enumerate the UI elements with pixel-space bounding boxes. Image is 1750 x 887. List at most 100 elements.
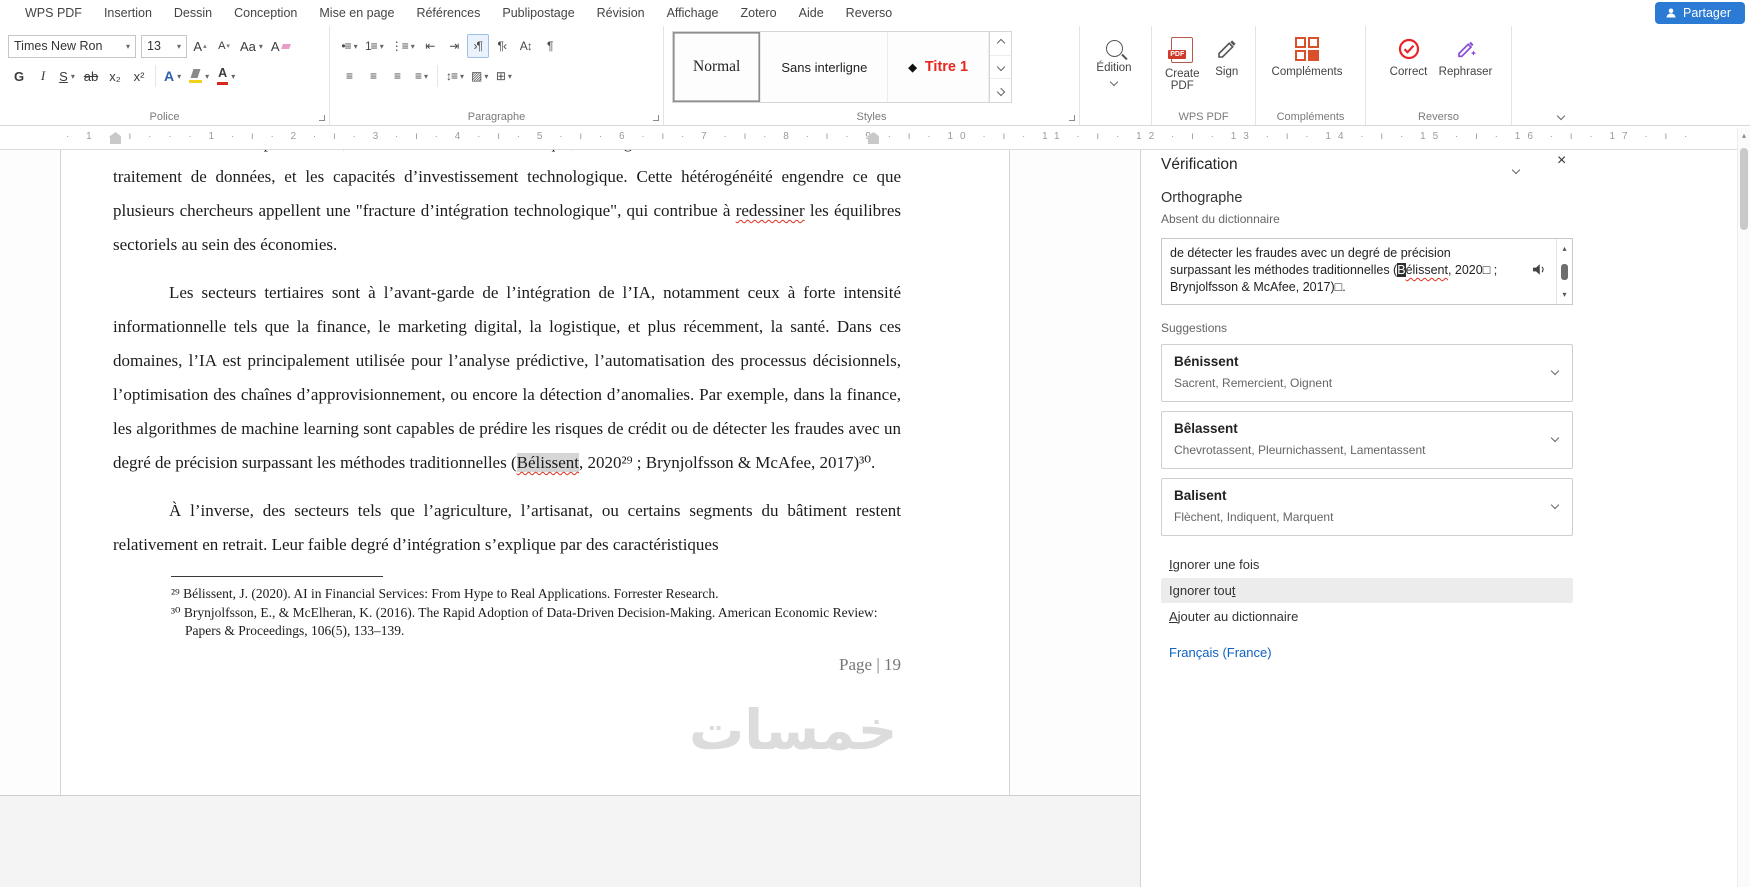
paragraph-2[interactable]: Les secteurs tertiaires sont à l’avant-g… [113,276,901,480]
bullet-list-button[interactable]: •≡ ▾ [338,34,360,58]
context-box[interactable]: de détecter les fraudes avec un degré de… [1161,238,1573,305]
grow-font-button[interactable]: A ▴ [189,34,211,58]
tab-mise-en-page[interactable]: Mise en page [308,6,405,20]
language-selector[interactable]: Français (France) [1161,645,1573,660]
show-formatting-marks-button[interactable]: ¶ [539,34,561,58]
tab-conception[interactable]: Conception [223,6,308,20]
panel-close-button[interactable]: × [1557,152,1566,170]
correct-button[interactable]: Correct [1383,31,1435,109]
multilevel-list-button[interactable]: ⋮≡ ▾ [388,34,417,58]
suggestion-benissent[interactable]: Bénissent Sacrent, Remercient, Oignent [1161,344,1573,402]
tab-dessin[interactable]: Dessin [163,6,223,20]
subscript-button[interactable]: x₂ [104,64,126,88]
misspelled-word-redessiner[interactable]: redessiner [736,201,805,220]
tab-references[interactable]: Références [405,6,491,20]
context-scrollbar[interactable]: ▴ ▾ [1556,239,1572,304]
line-spacing-button[interactable]: ↕≡ ▾ [443,64,466,88]
sort-button[interactable]: A↕ [515,34,537,58]
tab-publipostage[interactable]: Publipostage [491,6,585,20]
chevron-down-icon [996,62,1005,72]
tab-revision[interactable]: Révision [586,6,656,20]
footnote-30[interactable]: ³⁰ Brynjolfsson, E., & McElheran, K. (20… [171,604,901,641]
style-titre-1[interactable]: ◆ Titre 1 [888,32,990,102]
italic-button[interactable]: I [32,64,54,88]
complements-button[interactable]: Compléments [1264,31,1350,109]
suggestion-belassent[interactable]: Bêlassent Chevrotassent, Pleurnichassent… [1161,411,1573,469]
scrollbar-up-icon[interactable]: ▴ [1738,128,1750,140]
align-center-button[interactable]: ≡ [362,64,384,88]
shading-icon: ▨ [471,69,482,83]
superscript-button[interactable]: x² [128,64,150,88]
dialog-launcher-paragraphe[interactable] [653,115,659,121]
create-pdf-button[interactable]: PDF Create PDF [1160,31,1205,109]
decrease-indent-button[interactable]: ⇤ [419,34,441,58]
scrollbar-thumb[interactable] [1740,148,1748,230]
tab-insertion[interactable]: Insertion [93,6,163,20]
paragraph-3[interactable]: À l’inverse, des secteurs tels que l’agr… [113,494,901,562]
vertical-scrollbar[interactable]: ▴ [1737,128,1750,887]
style-normal[interactable]: Normal [673,32,762,102]
left-to-right-button[interactable]: ›¶ [466,34,489,58]
scroll-down-icon[interactable]: ▾ [1562,286,1566,303]
scroll-up-icon[interactable]: ▴ [1562,240,1566,257]
paragraph-1[interactable]: traitement de données, et les capacités … [113,160,901,262]
tab-reverso[interactable]: Reverso [835,6,904,20]
speaker-icon[interactable] [1530,260,1548,283]
styles-more-button[interactable] [990,79,1011,102]
ignore-once-button[interactable]: Ignorer une fois [1161,552,1573,577]
style-sans-interligne[interactable]: Sans interligne [761,32,889,102]
increase-indent-button[interactable]: ⇥ [443,34,465,58]
bold-button[interactable]: G [8,64,30,88]
text-effects-icon: A [164,68,175,84]
styles-scroll-up-button[interactable] [990,32,1012,56]
shrink-font-button[interactable]: A ▾ [213,34,235,58]
ribbon: Times New Ron ▾ 13 ▾ A ▴ A ▾ Aa ▾ A G I S ▾ … [0,26,1750,126]
text-effects-button[interactable]: A ▾ [161,64,184,88]
highlight-color-button[interactable]: ▾ [186,64,212,88]
edition-button[interactable]: Édition [1088,31,1140,109]
dialog-launcher-police[interactable] [319,115,325,121]
share-button[interactable]: Partager [1655,2,1745,24]
tab-aide[interactable]: Aide [788,6,835,20]
footnote-29[interactable]: ²⁹ Bélissent, J. (2020). AI in Financial… [171,585,901,604]
panel-collapse-button[interactable] [1511,160,1521,178]
sign-button[interactable]: Sign [1205,31,1250,109]
suggestion-balisent[interactable]: Balisent Flèchent, Indiquent, Marquent [1161,478,1573,536]
shading-button[interactable]: ▨ ▾ [468,64,490,88]
add-to-dictionary-button[interactable]: Ajouter au dictionnaire [1161,604,1573,629]
rephraser-button[interactable]: Rephraser [1435,31,1497,109]
chevron-down-icon[interactable] [1550,500,1560,510]
ruler[interactable]: · 1 · ı · · · 1 · ı · 2 · ı · 3 · ı · 4 … [0,126,1750,150]
misspelled-word-belissent[interactable]: Bélissent [516,453,579,472]
grow-font-icon: A [193,38,203,54]
chevron-down-icon[interactable] [1550,366,1560,376]
font-size-combo[interactable]: 13 ▾ [141,34,187,58]
strikethrough-button[interactable]: ab [80,64,102,88]
align-left-button[interactable]: ≡ [338,64,360,88]
align-right-button[interactable]: ≡ [386,64,408,88]
change-case-button[interactable]: Aa ▾ [237,34,266,58]
scroll-thumb[interactable] [1561,263,1568,280]
underline-button[interactable]: S ▾ [56,64,78,88]
suggestion-variants: Chevrotassent, Pleurnichassent, Lamentas… [1174,443,1426,457]
document-page[interactable]: diversité des activités productives, le … [60,150,1010,795]
chevron-down-icon[interactable] [1550,433,1560,443]
font-color-button[interactable]: A ▾ [214,64,238,88]
right-to-left-button[interactable]: ¶‹ [491,34,513,58]
check-circle-icon [1398,38,1419,60]
styles-scroll-down-button[interactable] [990,56,1012,80]
font-name-combo[interactable]: Times New Ron ▾ [8,34,136,58]
borders-button[interactable]: ⊞ ▾ [492,64,514,88]
collapse-ribbon-button[interactable] [1556,111,1566,121]
numbered-list-button[interactable]: 1≡ ▾ [362,34,386,58]
tab-zotero[interactable]: Zotero [730,6,788,20]
share-label: Partager [1683,6,1731,20]
menubar: WPS PDF Insertion Dessin Conception Mise… [0,0,1750,26]
dialog-launcher-styles[interactable] [1069,115,1075,121]
suggestion-word: Bénissent [1174,354,1239,369]
clear-formatting-button[interactable]: A [268,34,293,58]
ignore-all-button[interactable]: Ignorer tout [1161,578,1573,603]
justify-button[interactable]: ≡ ▾ [410,64,432,88]
tab-wps-pdf[interactable]: WPS PDF [14,6,93,20]
tab-affichage[interactable]: Affichage [656,6,730,20]
